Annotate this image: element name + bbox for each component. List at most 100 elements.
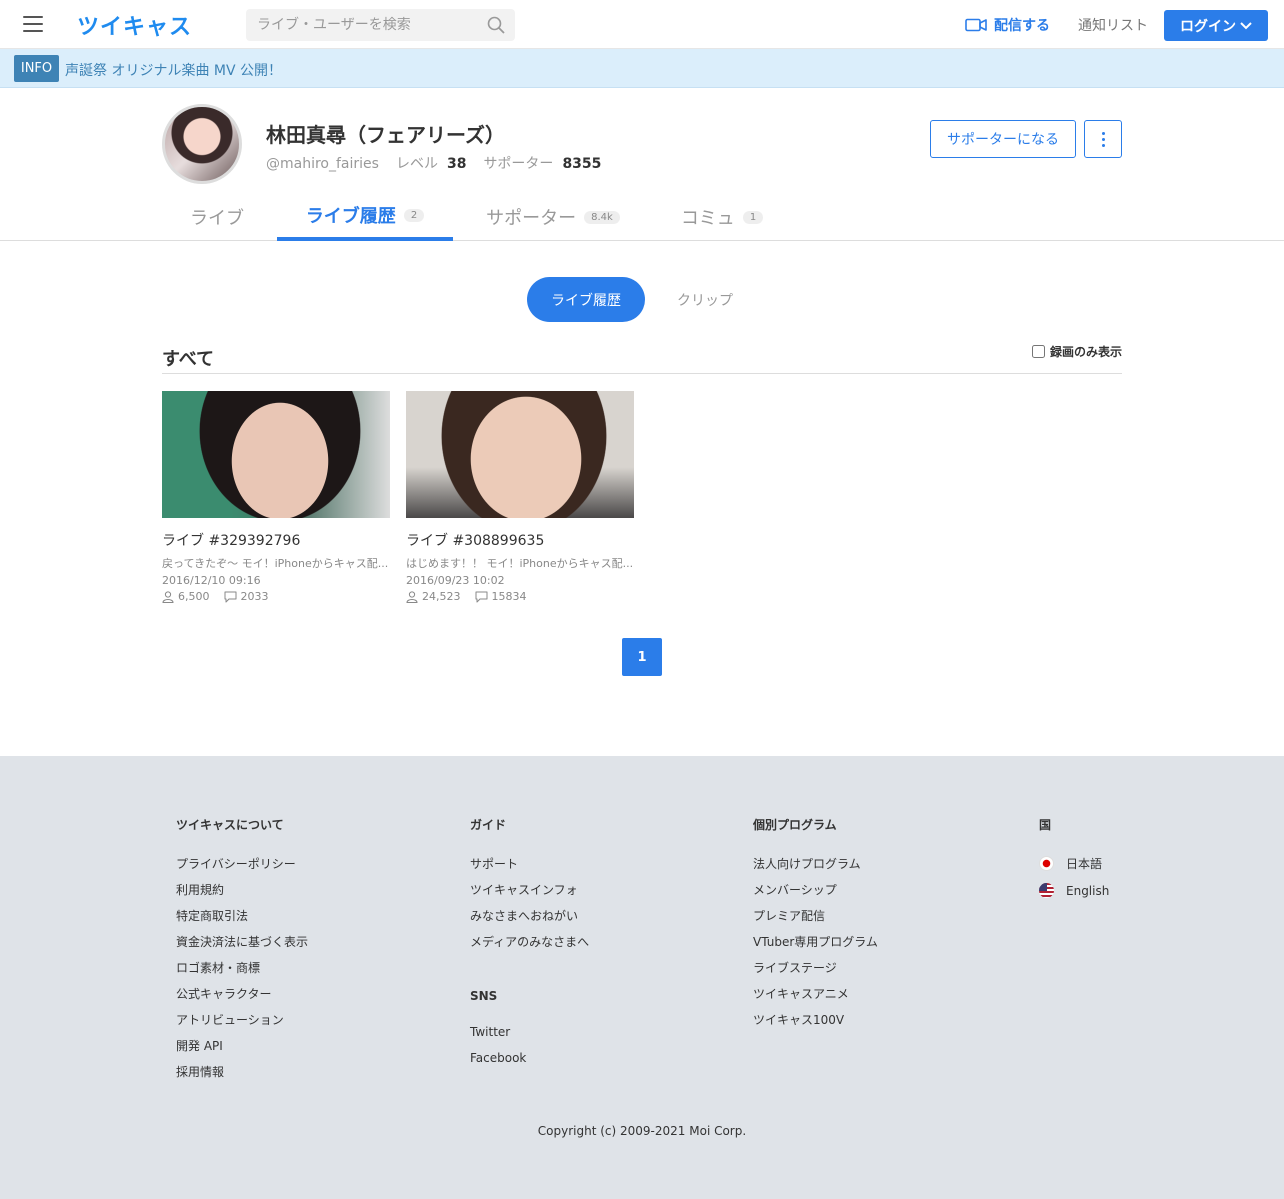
- footer-col-about: ツイキャスについて プライバシーポリシー 利用規約 特定商取引法 資金決済法に基…: [176, 816, 308, 1089]
- record-only-label: 録画のみ表示: [1050, 345, 1123, 359]
- top-header: ツイキャス 配信する 通知リスト ログイン: [0, 0, 1284, 49]
- segment-live-history[interactable]: ライブ履歴: [527, 277, 645, 322]
- tab-label: サポーター: [486, 208, 577, 229]
- movie-date: 2016/12/10 09:16: [162, 574, 261, 587]
- footer-link[interactable]: アトリビューション: [176, 1011, 308, 1037]
- footer-link-twitter[interactable]: Twitter: [470, 1025, 589, 1051]
- comment-count: 15834: [491, 590, 527, 603]
- comment-icon: [224, 591, 236, 602]
- footer-link[interactable]: 開発 API: [176, 1037, 308, 1063]
- video-camera-icon: [965, 18, 987, 32]
- footer-link[interactable]: プレミア配信: [753, 907, 878, 933]
- level-label: レベル: [395, 156, 438, 172]
- comment-count: 2033: [240, 590, 269, 603]
- footer-heading: ガイド: [470, 818, 507, 832]
- user-meta: @mahiro_fairies レベル 38 サポーター 8355: [266, 153, 618, 173]
- footer-heading: ツイキャスについて: [176, 818, 284, 832]
- footer-link[interactable]: ロゴ素材・商標: [176, 959, 308, 985]
- movie-thumbnail[interactable]: [406, 391, 634, 518]
- japan-flag-icon: [1039, 856, 1054, 871]
- search-box: [246, 9, 515, 41]
- user-name: 林田真尋（フェアリーズ）: [266, 123, 505, 147]
- footer-link[interactable]: 資金決済法に基づく表示: [176, 933, 308, 959]
- footer-link[interactable]: メンバーシップ: [753, 881, 878, 907]
- footer-link[interactable]: プライバシーポリシー: [176, 855, 308, 881]
- footer-link[interactable]: ツイキャスアニメ: [753, 985, 878, 1011]
- footer-link[interactable]: 特定商取引法: [176, 907, 308, 933]
- broadcast-label: 配信する: [994, 18, 1050, 34]
- footer-link[interactable]: 法人向けプログラム: [753, 855, 878, 881]
- menu-icon[interactable]: [23, 16, 43, 32]
- tab-label: ライブ履歴: [305, 206, 396, 227]
- tab-count-badge: 1: [742, 210, 764, 224]
- footer-link-facebook[interactable]: Facebook: [470, 1051, 589, 1077]
- footer-link[interactable]: サポート: [470, 855, 589, 881]
- language-english[interactable]: English: [1039, 883, 1109, 909]
- tab-live[interactable]: ライブ: [162, 193, 272, 241]
- footer-link[interactable]: ツイキャスインフォ: [470, 881, 589, 907]
- language-japanese[interactable]: 日本語: [1039, 855, 1109, 883]
- twitcasting-logo[interactable]: ツイキャス: [77, 9, 192, 41]
- footer-link[interactable]: 公式キャラクター: [176, 985, 308, 1011]
- search-icon[interactable]: [487, 16, 505, 34]
- tab-count-badge: 8.4k: [584, 210, 620, 224]
- footer-link[interactable]: ライブステージ: [753, 959, 878, 985]
- level-value: 38: [446, 156, 467, 172]
- notification-list-link[interactable]: 通知リスト: [1078, 15, 1148, 35]
- footer-heading: 国: [1039, 818, 1052, 832]
- movie-thumbnail[interactable]: [162, 391, 390, 518]
- language-label: 日本語: [1066, 857, 1103, 871]
- movie-stats: 6,500 2033: [162, 590, 390, 603]
- movie-card[interactable]: ライブ #308899635 はじめます！！ モイ！iPhoneからキャス配..…: [406, 391, 634, 603]
- info-banner: INFO 声誕祭 オリジナル楽曲 MV 公開！: [0, 49, 1284, 88]
- viewer-icon: [406, 590, 418, 603]
- segment-clip[interactable]: クリップ: [660, 277, 750, 322]
- movie-card[interactable]: ライブ #329392796 戻ってきたぞ〜 モイ！iPhoneからキャス配..…: [162, 391, 390, 603]
- movie-title[interactable]: ライブ #308899635: [406, 530, 634, 550]
- record-only-checkbox[interactable]: [1032, 345, 1045, 358]
- footer-col-programs: 個別プログラム 法人向けプログラム メンバーシップ プレミア配信 VTuber専…: [753, 816, 878, 1037]
- footer-link[interactable]: みなさまへおねがい: [470, 907, 589, 933]
- viewer-count: 6,500: [178, 590, 210, 603]
- user-handle: @mahiro_fairies: [266, 156, 379, 172]
- info-link[interactable]: 声誕祭 オリジナル楽曲 MV 公開！: [65, 60, 282, 80]
- login-label: ログイン: [1180, 18, 1236, 35]
- broadcast-button[interactable]: 配信する: [965, 15, 1050, 35]
- supporter-label: サポーター: [483, 156, 554, 172]
- tab-live-history[interactable]: ライブ履歴 2: [277, 193, 453, 241]
- footer-col-guide: ガイド サポート ツイキャスインフォ みなさまへおねがい メディアのみなさまへ …: [470, 816, 589, 1077]
- copyright: Copyright (c) 2009-2021 Moi Corp.: [537, 1124, 747, 1138]
- divider: [162, 373, 1122, 374]
- supporter-value: 8355: [562, 156, 602, 172]
- movie-subtitle: はじめます！！ モイ！iPhoneからキャス配...: [406, 557, 634, 570]
- footer-link[interactable]: 採用情報: [176, 1063, 308, 1089]
- tab-label: ライブ: [190, 208, 244, 229]
- footer: ツイキャスについて プライバシーポリシー 利用規約 特定商取引法 資金決済法に基…: [0, 756, 1284, 1199]
- login-button[interactable]: ログイン: [1164, 10, 1268, 41]
- viewer-icon: [162, 590, 174, 603]
- language-label: English: [1066, 884, 1110, 898]
- info-badge: INFO: [14, 55, 59, 82]
- more-options-button[interactable]: [1084, 120, 1122, 158]
- chevron-down-icon: [1240, 21, 1252, 29]
- footer-link[interactable]: メディアのみなさまへ: [470, 933, 589, 959]
- pagination-current-page[interactable]: 1: [622, 638, 662, 676]
- movie-subtitle: 戻ってきたぞ〜 モイ！iPhoneからキャス配...: [162, 557, 389, 570]
- avatar[interactable]: [162, 104, 242, 184]
- tab-supporters[interactable]: サポーター 8.4k: [470, 193, 636, 241]
- movie-stats: 24,523 15834: [406, 590, 634, 603]
- footer-heading: 個別プログラム: [753, 818, 837, 832]
- footer-link[interactable]: VTuber専用プログラム: [753, 933, 878, 959]
- footer-col-country: 国 日本語 English: [1039, 816, 1109, 909]
- footer-link[interactable]: ツイキャス100V: [753, 1011, 878, 1037]
- tab-label: コミュ: [680, 208, 735, 229]
- record-only-toggle[interactable]: 録画のみ表示: [1032, 343, 1122, 360]
- search-input[interactable]: [246, 9, 476, 41]
- section-title: すべて: [162, 349, 215, 370]
- footer-link[interactable]: 利用規約: [176, 881, 308, 907]
- movie-title[interactable]: ライブ #329392796: [162, 530, 390, 550]
- more-dot-icon: [1101, 131, 1105, 135]
- tab-community[interactable]: コミュ 1: [662, 193, 782, 241]
- become-supporter-button[interactable]: サポーターになる: [930, 120, 1076, 158]
- tab-count-badge: 2: [403, 208, 425, 222]
